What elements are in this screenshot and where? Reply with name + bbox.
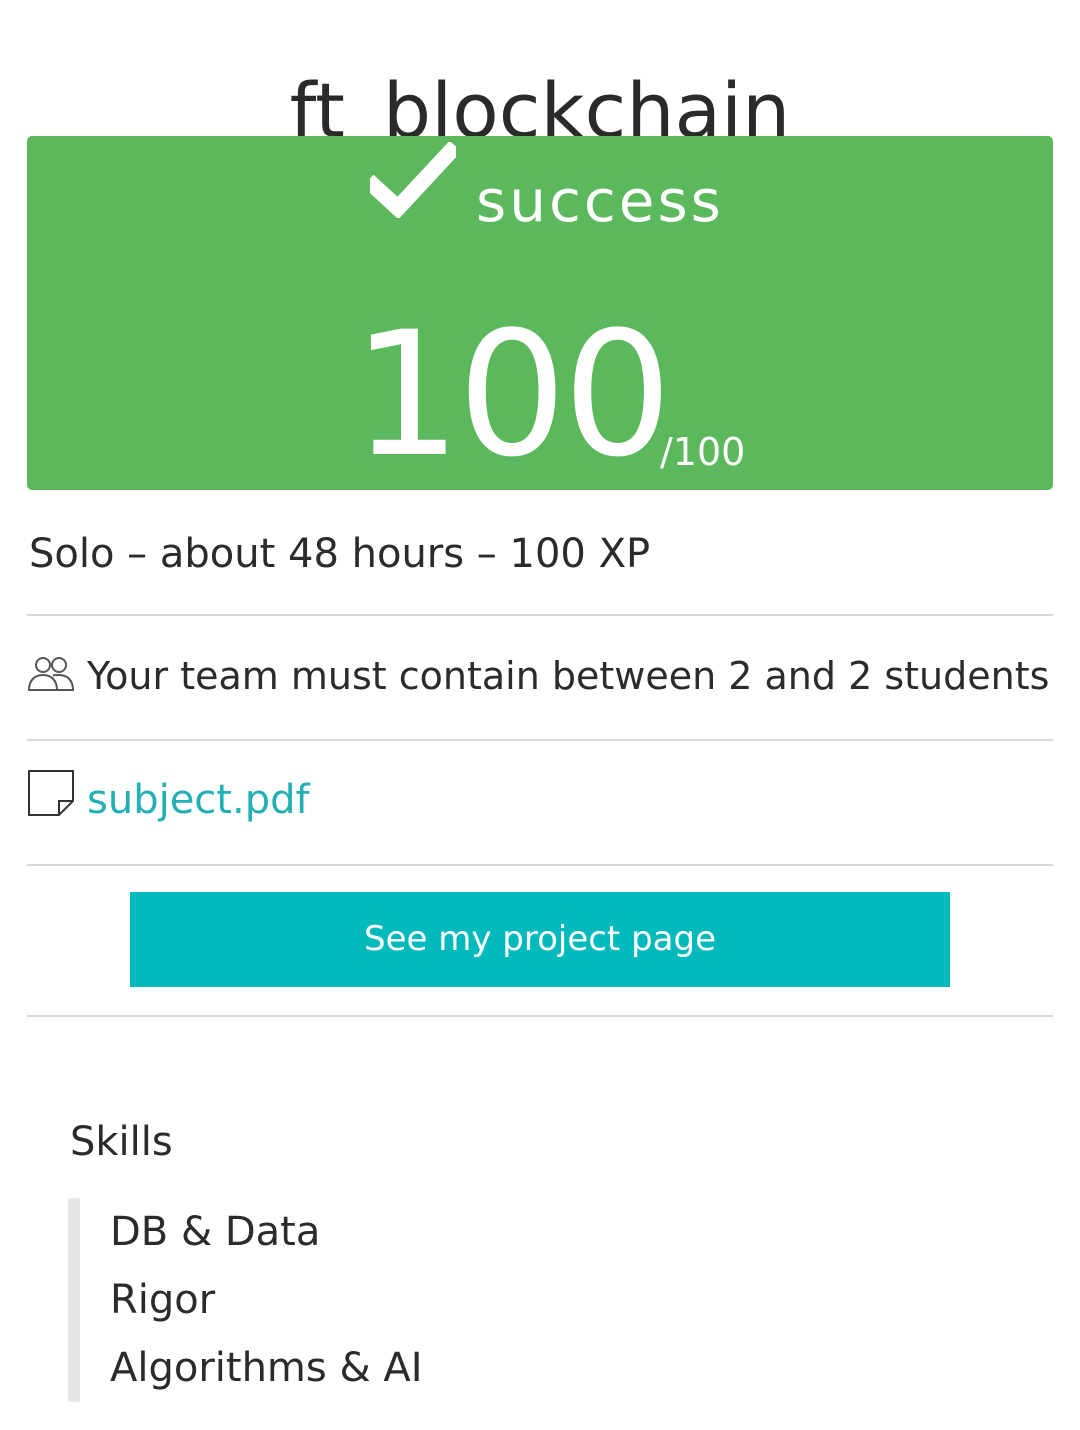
document-icon: [28, 770, 74, 816]
project-meta-row: Solo – about 48 hours – 100 XP: [27, 520, 1053, 616]
skill-item: Algorithms & AI: [110, 1345, 423, 1391]
skills-list: DB & Data Rigor Algorithms & AI: [68, 1198, 668, 1402]
team-info-row: Your team must contain between 2 and 2 s…: [27, 614, 1053, 741]
see-project-page-button[interactable]: See my project page: [130, 892, 950, 987]
project-action-row: See my project page: [27, 864, 1053, 1017]
status-label: success: [476, 167, 724, 235]
skill-item: DB & Data: [110, 1209, 321, 1255]
subject-pdf-link[interactable]: subject.pdf: [87, 775, 310, 825]
checkmark-icon: [370, 142, 456, 218]
score-value: 100: [352, 294, 672, 495]
subject-row: subject.pdf: [27, 739, 1053, 866]
project-meta: Solo – about 48 hours – 100 XP: [29, 531, 651, 577]
team-users-icon: [27, 657, 75, 691]
score-max: /100: [660, 430, 746, 474]
skills-heading: Skills: [70, 1119, 173, 1165]
skill-item: Rigor: [110, 1277, 216, 1323]
team-size-text: Your team must contain between 2 and 2 s…: [87, 654, 1050, 698]
